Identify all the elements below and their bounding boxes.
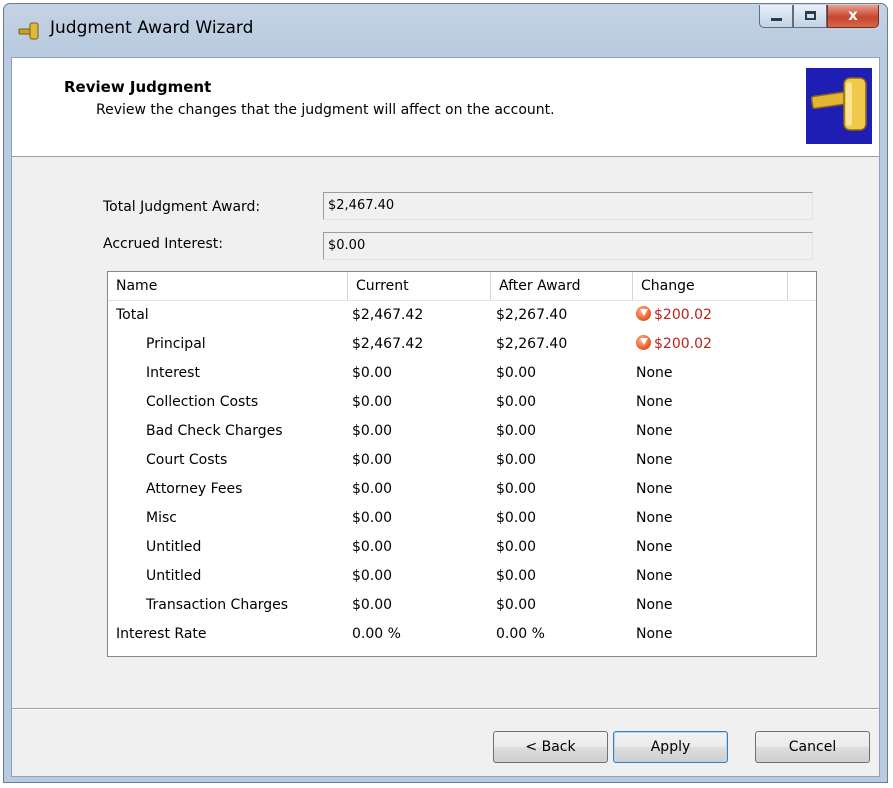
column-header-after-award[interactable]: After Award	[491, 272, 633, 300]
cell-name: Bad Check Charges	[146, 423, 283, 439]
cell-current: $2,467.42	[352, 307, 424, 323]
cell-change: None	[636, 510, 673, 526]
minimize-button[interactable]	[759, 5, 793, 28]
table-row[interactable]: Total $2,467.42 $2,267.40 $200.02	[108, 301, 816, 330]
footer-divider	[12, 708, 879, 710]
cell-current: $0.00	[352, 365, 393, 381]
cell-change: None	[636, 568, 673, 584]
cell-change: None	[636, 539, 673, 555]
table-row[interactable]: Untitled $0.00 $0.00 None	[108, 533, 816, 562]
cell-after-award: $2,267.40	[496, 307, 568, 323]
title-bar[interactable]: Judgment Award Wizard x	[4, 4, 887, 56]
table-row[interactable]: Attorney Fees $0.00 $0.00 None	[108, 475, 816, 504]
close-icon: x	[848, 6, 858, 24]
column-header-change[interactable]: Change	[633, 272, 788, 300]
accrued-interest-label: Accrued Interest:	[103, 236, 223, 252]
cell-after-award: $0.00	[496, 365, 537, 381]
cell-after-award: $0.00	[496, 452, 537, 468]
cell-change: None	[636, 626, 673, 642]
cell-name: Court Costs	[146, 452, 228, 468]
wizard-body: Review Judgment Review the changes that …	[11, 57, 880, 777]
cell-current: $0.00	[352, 568, 393, 584]
cell-current: $0.00	[352, 452, 393, 468]
cell-current: $2,467.42	[352, 336, 424, 352]
cell-name: Interest Rate	[116, 626, 207, 642]
maximize-icon	[805, 11, 816, 20]
gavel-icon	[18, 22, 39, 40]
cell-current: 0.00 %	[352, 626, 401, 642]
cell-change: None	[636, 365, 673, 381]
table-row[interactable]: Misc $0.00 $0.00 None	[108, 504, 816, 533]
table-row[interactable]: Transaction Charges $0.00 $0.00 None	[108, 591, 816, 620]
cell-name: Interest	[146, 365, 200, 381]
column-header-name[interactable]: Name	[108, 272, 348, 300]
back-button[interactable]: < Back	[493, 731, 608, 763]
cell-after-award: $0.00	[496, 510, 537, 526]
wizard-header: Review Judgment Review the changes that …	[12, 58, 879, 157]
table-row[interactable]: Principal $2,467.42 $2,267.40 $200.02	[108, 330, 816, 359]
cell-name: Untitled	[146, 539, 202, 555]
column-header-current[interactable]: Current	[348, 272, 491, 300]
cell-name: Transaction Charges	[146, 597, 289, 613]
table-row[interactable]: Untitled $0.00 $0.00 None	[108, 562, 816, 591]
page-title: Review Judgment	[64, 78, 212, 96]
cell-name: Attorney Fees	[146, 481, 243, 497]
cell-after-award: $0.00	[496, 597, 537, 613]
cell-name: Untitled	[146, 568, 202, 584]
table-row[interactable]: Interest Rate 0.00 % 0.00 % None	[108, 620, 816, 649]
cell-name: Collection Costs	[146, 394, 259, 410]
accrued-interest-field[interactable]: $0.00	[323, 232, 813, 260]
grid-header: Name Current After Award Change	[108, 272, 816, 301]
cell-name: Total	[116, 307, 149, 323]
cell-current: $0.00	[352, 481, 393, 497]
cell-change: None	[636, 597, 673, 613]
cell-after-award: $0.00	[496, 539, 537, 555]
change-value: $200.02	[654, 336, 712, 352]
total-award-label: Total Judgment Award:	[103, 199, 261, 215]
minimize-icon	[771, 18, 782, 21]
down-arrow-circle-icon	[636, 335, 651, 350]
table-row[interactable]: Bad Check Charges $0.00 $0.00 None	[108, 417, 816, 446]
gavel-icon	[806, 68, 872, 144]
window-title: Judgment Award Wizard	[50, 18, 254, 38]
cell-after-award: $0.00	[496, 394, 537, 410]
cell-after-award: $2,267.40	[496, 336, 568, 352]
cancel-button[interactable]: Cancel	[755, 731, 870, 763]
page-description: Review the changes that the judgment wil…	[96, 102, 555, 118]
cell-after-award: $0.00	[496, 481, 537, 497]
maximize-button[interactable]	[793, 5, 827, 28]
cell-current: $0.00	[352, 597, 393, 613]
cell-current: $0.00	[352, 510, 393, 526]
down-arrow-circle-icon	[636, 306, 651, 321]
cell-name: Principal	[146, 336, 206, 352]
cell-current: $0.00	[352, 423, 393, 439]
cell-change: None	[636, 481, 673, 497]
cell-change: None	[636, 394, 673, 410]
table-row[interactable]: Interest $0.00 $0.00 None	[108, 359, 816, 388]
apply-button[interactable]: Apply	[613, 731, 728, 763]
cell-current: $0.00	[352, 539, 393, 555]
cell-after-award: 0.00 %	[496, 626, 545, 642]
cell-after-award: $0.00	[496, 568, 537, 584]
total-award-field[interactable]: $2,467.40	[323, 192, 813, 220]
cell-change: $200.02	[636, 301, 712, 330]
window-controls: x	[759, 5, 879, 28]
cell-current: $0.00	[352, 394, 393, 410]
cell-after-award: $0.00	[496, 423, 537, 439]
table-row[interactable]: Court Costs $0.00 $0.00 None	[108, 446, 816, 475]
close-button[interactable]: x	[827, 5, 879, 28]
cell-change: None	[636, 423, 673, 439]
cell-change: $200.02	[636, 330, 712, 359]
cell-change: None	[636, 452, 673, 468]
cell-name: Misc	[146, 510, 177, 526]
wizard-window: Judgment Award Wizard x Review Judgment …	[3, 3, 888, 783]
change-value: $200.02	[654, 307, 712, 323]
table-row[interactable]: Collection Costs $0.00 $0.00 None	[108, 388, 816, 417]
judgment-grid[interactable]: Name Current After Award Change Total $2…	[107, 271, 817, 657]
